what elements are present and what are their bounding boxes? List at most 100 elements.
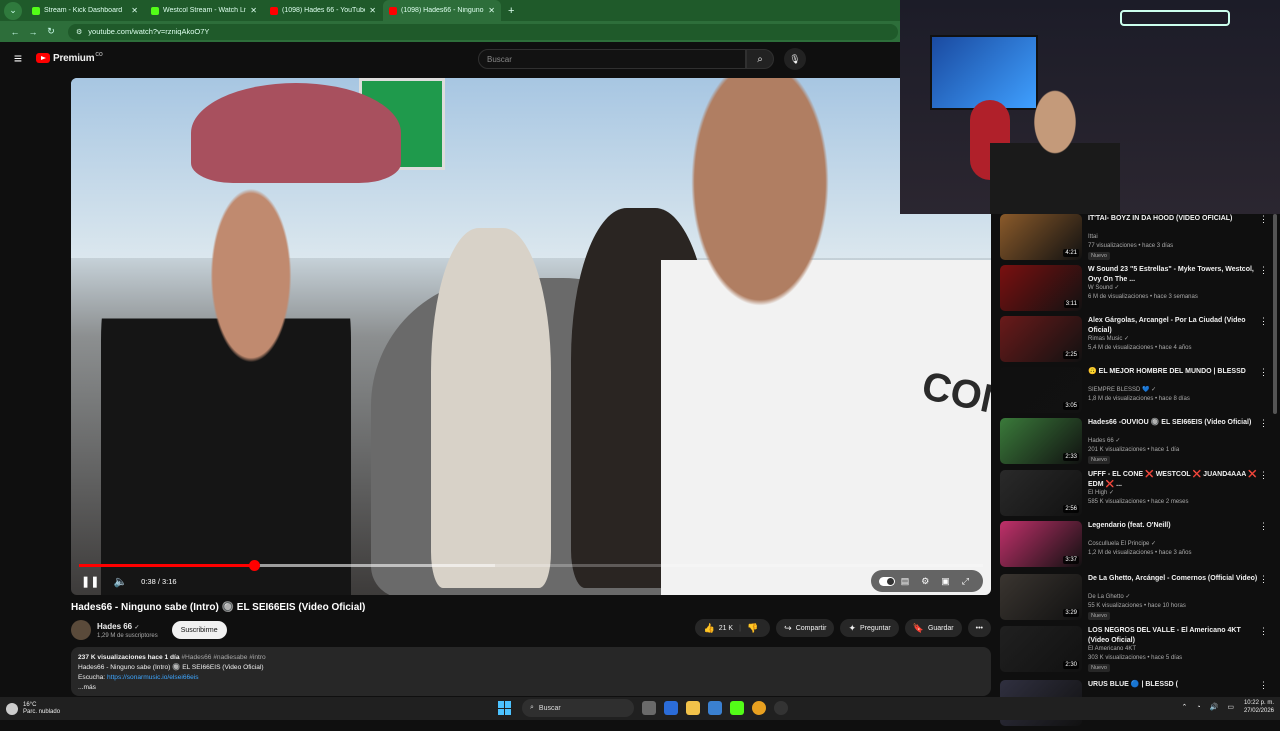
listen-link[interactable]: https://sonarmusic.io/elsei66eis [107, 674, 199, 681]
taskbar-search[interactable]: ⌕ Buscar [522, 699, 634, 717]
recommendation-title[interactable]: W Sound 23 "5 Estrellas" - Myke Towers, … [1088, 265, 1258, 284]
video-thumbnail[interactable]: 2:56 [1000, 470, 1082, 516]
tab-close-icon[interactable]: ✕ [369, 6, 376, 15]
battery-icon[interactable]: ▭ [1227, 703, 1234, 711]
windows-start-icon[interactable] [498, 701, 512, 715]
recommendation-title[interactable]: UFFF - EL CONE ❌ WESTCOL ❌ JUAND4AAA ❌ E… [1088, 470, 1258, 489]
recommendation-item[interactable]: 3:11 W Sound 23 "5 Estrellas" - Myke Towe… [998, 265, 1280, 316]
chrome-icon[interactable] [752, 701, 766, 715]
reload-icon[interactable]: ↻ [42, 26, 60, 37]
more-options-icon[interactable]: ⋮ [1259, 418, 1268, 429]
more-options-icon[interactable]: ⋮ [1259, 470, 1268, 481]
autoplay-toggle[interactable] [878, 576, 895, 586]
edge-icon[interactable] [664, 701, 678, 715]
more-options-icon[interactable]: ⋮ [1259, 316, 1268, 327]
recommendation-item[interactable]: 3:05 🙃 EL MEJOR HOMBRE DEL MUNDO | BLESSD… [998, 367, 1280, 418]
clock[interactable]: 10:22 p. m. 27/02/2026 [1244, 699, 1274, 715]
hashtags[interactable]: #Hades66 #nadiesabe #intro [181, 654, 265, 661]
obs-icon[interactable] [774, 701, 788, 715]
volume-icon[interactable]: 🔈 [113, 575, 127, 588]
tab-close-icon[interactable]: ✕ [488, 6, 495, 15]
tab-close-icon[interactable]: ✕ [131, 6, 138, 15]
recommendation-title[interactable]: LOS NEGROS DEL VALLE - El Americano 4KT … [1088, 626, 1258, 645]
back-icon[interactable]: ← [6, 27, 24, 37]
browser-tab-active[interactable]: (1098) Hades66 - Ninguno ✕ [383, 0, 501, 21]
subscribe-button[interactable]: Suscribirme [171, 621, 227, 639]
url-field[interactable]: ⚙ youtube.com/watch?v=rzniqAkoO7Y [68, 23, 898, 40]
recommendation-channel[interactable]: Rimas Music ✓ [1088, 335, 1129, 344]
more-options-icon[interactable]: ⋮ [1259, 626, 1268, 637]
channel-avatar[interactable] [71, 620, 91, 640]
task-view-icon[interactable] [642, 701, 656, 715]
forward-icon[interactable]: → [24, 27, 42, 37]
wifi-icon[interactable]: ◔ [1196, 704, 1200, 711]
show-more-link[interactable]: ...más [78, 683, 984, 693]
more-options-icon[interactable]: ⋮ [1259, 214, 1268, 225]
tab-close-icon[interactable]: ✕ [250, 6, 257, 15]
recommendation-title[interactable]: IT'TAI- BOYZ IN DA HOOD (VIDEO OFICIAL) [1088, 214, 1258, 224]
recommendation-item[interactable]: 2:56 UFFF - EL CONE ❌ WESTCOL ❌ JUAND4AAA… [998, 470, 1280, 521]
recommendation-title[interactable]: URUS BLUE 🔵 | BLESSD ( [1088, 680, 1258, 690]
recommendation-channel[interactable]: Ittai [1088, 233, 1098, 242]
more-options-icon[interactable]: ⋮ [1259, 367, 1268, 378]
video-thumbnail[interactable]: 3:11 [1000, 265, 1082, 311]
youtube-premium-logo[interactable]: Premium CO [36, 52, 103, 64]
recommendation-title[interactable]: Alex Gárgolas, Arcangel - Por La Ciudad … [1088, 316, 1258, 335]
store-icon[interactable] [708, 701, 722, 715]
more-options-icon[interactable]: ⋮ [1259, 680, 1268, 691]
video-thumbnail[interactable]: 3:29 [1000, 574, 1082, 620]
recommendation-channel[interactable]: Hades 66 ✓ [1088, 437, 1120, 446]
video-thumbnail[interactable]: 3:37 [1000, 521, 1082, 567]
recommendation-channel[interactable]: Cosculluela El Principe ✓ [1088, 540, 1156, 549]
weather-widget[interactable]: 16°C Parc. nublado [6, 702, 60, 716]
more-options-icon[interactable]: ⋮ [1259, 521, 1268, 532]
voice-search-button[interactable]: 🎙 [784, 48, 806, 70]
search-input[interactable]: Buscar [478, 49, 746, 69]
volume-icon[interactable]: 🔊 [1210, 703, 1219, 711]
ask-button[interactable]: ✦ Preguntar [840, 619, 899, 637]
save-button[interactable]: 🔖 Guardar [904, 619, 962, 637]
search-button[interactable]: ⌕ [746, 49, 774, 69]
pause-icon[interactable]: ❚❚ [81, 575, 99, 588]
recommendation-title[interactable]: De La Ghetto, Arcángel - Comernos (Offic… [1088, 574, 1258, 584]
recommendation-item[interactable]: 2:25 Alex Gárgolas, Arcangel - Por La Ciu… [998, 316, 1280, 367]
more-actions-button[interactable]: ••• [967, 619, 991, 637]
recommendation-channel[interactable]: De La Ghetto ✓ [1088, 593, 1130, 602]
recommendation-channel[interactable]: W Sound ✓ [1088, 284, 1119, 293]
more-options-icon[interactable]: ⋮ [1259, 265, 1268, 276]
like-button[interactable]: 👍 21 K | 👎 [695, 619, 771, 637]
video-thumbnail[interactable]: 4:21 [1000, 214, 1082, 260]
sidebar-scrollbar[interactable] [1273, 214, 1277, 414]
kick-app-icon[interactable] [730, 701, 744, 715]
recommendation-item[interactable]: 2:33 Hades66 -OUVIOU 🔘 EL SEI66EIS (Video… [998, 418, 1280, 469]
file-explorer-icon[interactable] [686, 701, 700, 715]
thumbs-down-icon[interactable]: 👎 [747, 623, 758, 634]
video-player[interactable]: CONTR ❚❚ 🔈 0:38 / 3:16 ▤ ⚙ ▣ ⤢ [71, 78, 991, 595]
recommendation-title[interactable]: 🙃 EL MEJOR HOMBRE DEL MUNDO | BLESSD [1088, 367, 1258, 377]
subtitles-icon[interactable]: ▤ [901, 576, 910, 587]
tray-arrow-icon[interactable]: ⌃ [1182, 703, 1188, 711]
recommendation-item[interactable]: 3:37 Legendario (feat. O'Neill) Cosculluel… [998, 521, 1280, 572]
recommendation-title[interactable]: Hades66 -OUVIOU 🔘 EL SEI66EIS (Video Ofi… [1088, 418, 1258, 428]
browser-tab[interactable]: Stream - Kick Dashboard ✕ [26, 0, 144, 21]
recommendation-channel[interactable]: El Americano 4KT [1088, 645, 1136, 654]
miniplayer-icon[interactable]: ▣ [941, 576, 950, 587]
recommendation-channel[interactable]: El High ✓ [1088, 489, 1114, 498]
video-thumbnail[interactable]: 2:25 [1000, 316, 1082, 362]
channel-name[interactable]: Hades 66 ✓ [97, 622, 158, 631]
recommendation-item[interactable]: 2:30 LOS NEGROS DEL VALLE - El Americano … [998, 626, 1280, 677]
site-info-icon[interactable]: ⚙ [76, 28, 82, 36]
video-thumbnail[interactable]: 2:33 [1000, 418, 1082, 464]
recommendation-item[interactable]: 4:21 IT'TAI- BOYZ IN DA HOOD (VIDEO OFICI… [998, 214, 1280, 265]
browser-tab[interactable]: (1098) Hades 66 - YouTube ✕ [264, 0, 382, 21]
fullscreen-icon[interactable]: ⤢ [962, 576, 969, 587]
browser-tab[interactable]: Westcol Stream - Watch Live o✕ [145, 0, 263, 21]
description-box[interactable]: 237 K visualizaciones hace 1 día #Hades6… [71, 647, 991, 696]
recommendation-title[interactable]: Legendario (feat. O'Neill) [1088, 521, 1258, 531]
more-options-icon[interactable]: ⋮ [1259, 574, 1268, 585]
video-thumbnail[interactable]: 3:05 [1000, 367, 1082, 413]
settings-icon[interactable]: ⚙ [921, 576, 929, 587]
recommendation-channel[interactable]: SIEMPRE BLESSD 💙 ✓ [1088, 386, 1156, 395]
recommendation-item[interactable]: 3:29 De La Ghetto, Arcángel - Comernos (O… [998, 574, 1280, 625]
video-thumbnail[interactable]: 2:30 [1000, 626, 1082, 672]
